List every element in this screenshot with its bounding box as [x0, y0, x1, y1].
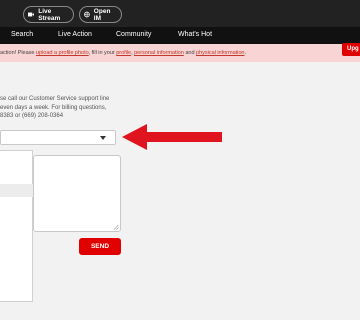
open-im-label: Open IM — [93, 7, 111, 22]
dropdown-options-list[interactable] — [0, 150, 33, 302]
globe-icon — [84, 11, 90, 18]
main-nav: Search Live Action Community What's Hot — [0, 27, 360, 44]
profile-notice-banner: action! Please upload a profile photo, f… — [0, 44, 360, 62]
nav-item-whats-hot[interactable]: What's Hot — [178, 31, 212, 38]
notice-text: action! Please upload a profile photo, f… — [0, 50, 246, 56]
support-info-text: se call our Customer Service support lin… — [0, 96, 110, 120]
caret-down-icon — [100, 136, 106, 140]
physical-information-link[interactable]: physical information — [196, 50, 244, 56]
nav-item-search[interactable]: Search — [11, 31, 33, 38]
nav-item-live-action[interactable]: Live Action — [58, 31, 92, 38]
send-button[interactable]: SEND — [79, 238, 121, 255]
top-bar: Live Stream Open IM — [0, 0, 360, 27]
live-stream-button[interactable]: Live Stream — [23, 6, 74, 23]
upload-photo-link[interactable]: upload a profile photo — [36, 50, 89, 56]
nav-item-community[interactable]: Community — [116, 31, 151, 38]
red-arrow-icon — [122, 124, 222, 150]
upgrade-button[interactable]: Upg — [342, 43, 360, 56]
personal-information-link[interactable]: personal information — [134, 50, 184, 56]
notice-text-part: action! Please — [0, 50, 36, 56]
message-textarea[interactable] — [33, 155, 121, 232]
notice-text-part: , fill in your — [88, 50, 117, 56]
topic-dropdown[interactable] — [0, 130, 116, 145]
profile-link[interactable]: profile — [116, 50, 131, 56]
camera-icon — [28, 12, 35, 17]
live-stream-label: Live Stream — [38, 7, 61, 22]
dropdown-option-highlighted[interactable] — [0, 184, 33, 197]
notice-text-part: . — [244, 50, 246, 56]
open-im-button[interactable]: Open IM — [79, 6, 122, 23]
notice-text-part: and — [183, 50, 197, 56]
resize-handle-icon[interactable] — [113, 224, 119, 230]
